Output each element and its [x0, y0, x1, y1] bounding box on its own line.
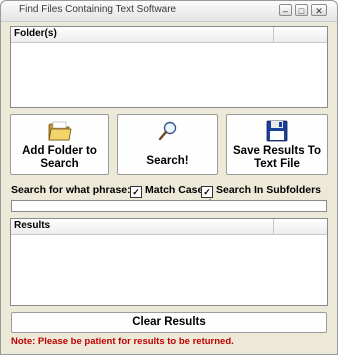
close-button[interactable]: ✕: [311, 4, 327, 16]
add-folder-button[interactable]: Add Folder to Search: [10, 114, 109, 175]
match-case-label: Match Case: [145, 184, 204, 196]
title-bar[interactable]: Find Files Containing Text Software – □ …: [1, 1, 337, 22]
minimize-button[interactable]: –: [279, 4, 292, 16]
search-button[interactable]: Search!: [117, 114, 218, 175]
add-folder-label: Add Folder to Search: [22, 145, 97, 170]
clear-results-button[interactable]: Clear Results: [11, 312, 327, 333]
search-options-row: Search for what phrase: ✓ Match Case ✓ Sea…: [11, 184, 331, 210]
patience-note: Note: Please be patient for results to b…: [11, 336, 234, 347]
search-phrase-input[interactable]: [11, 200, 327, 212]
match-case-option[interactable]: ✓ Match Case: [130, 184, 203, 198]
folders-list-header: Folder(s): [11, 27, 327, 43]
floppy-disk-icon: [266, 120, 288, 142]
window-title: Find Files Containing Text Software: [19, 4, 177, 15]
folders-list[interactable]: Folder(s): [10, 26, 328, 108]
results-list-header: Results: [11, 219, 327, 235]
results-column-header[interactable]: Results: [11, 219, 274, 234]
results-list[interactable]: Results: [10, 218, 328, 306]
maximize-button[interactable]: □: [295, 4, 308, 16]
subfolders-checkbox[interactable]: ✓: [201, 186, 213, 198]
folders-column-header[interactable]: Folder(s): [11, 27, 274, 42]
save-results-label: Save Results To Text File: [233, 145, 321, 170]
match-case-checkbox[interactable]: ✓: [130, 186, 142, 198]
save-results-button[interactable]: Save Results To Text File: [226, 114, 328, 175]
folder-icon: [48, 121, 71, 141]
search-label: Search!: [146, 155, 189, 167]
magnifier-icon: [158, 121, 176, 141]
app-window: Find Files Containing Text Software – □ …: [0, 0, 338, 355]
phrase-label: Search for what phrase:: [11, 184, 131, 196]
